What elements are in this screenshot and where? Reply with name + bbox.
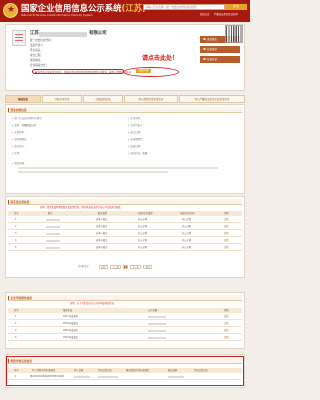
abnormal-highlight-box — [6, 356, 244, 386]
field-status: 登记状态：存续 — [128, 152, 147, 155]
tab-penalty[interactable]: 行政处罚信息 — [83, 95, 123, 103]
table-row: 4 自然人股东 非公示项 非公示项 查看 — [8, 238, 242, 244]
field-approval-date: 核准日期： — [128, 145, 142, 148]
shareholder-detail-link[interactable]: 查看 — [224, 238, 229, 244]
field-authority: 登记机关： — [12, 145, 26, 148]
col-id-type: 证照/证件类型 — [138, 212, 153, 215]
field-term-from: 营业期限自： — [12, 138, 29, 141]
pager-current[interactable]: 1 — [123, 265, 128, 269]
field-type: 类型：有限责任公司 — [12, 124, 36, 127]
tab-license[interactable]: 行政许可信息 — [42, 95, 82, 103]
field-scope: 经营范围： — [12, 162, 26, 165]
info-legal-rep: 法定代表人： — [30, 44, 46, 47]
search-button[interactable]: 搜 索 — [225, 4, 247, 10]
info-credit-code: 统一社会信用代码： — [30, 39, 54, 42]
scope-text-redacted — [18, 167, 218, 169]
info-authority: 登记机关： — [30, 49, 43, 52]
shareholder-detail-link[interactable]: 查看 — [224, 231, 229, 237]
table-row: 2 自然人股东 非公示项 非公示项 查看 — [8, 224, 242, 230]
shareholders-table-header: 序号 股东 股东类型 证照/证件类型 证照/证件号码 详情 — [8, 211, 242, 216]
table-row: 3 自然人股东 非公示项 非公示项 查看 — [8, 231, 242, 237]
company-name-suffix: 有限公司 — [89, 31, 107, 36]
table-row: 4 2014年度报告 查看 — [8, 335, 242, 341]
site-header: ★ 国家企业信用信息公示系统(江苏) National Enterprise C… — [0, 0, 250, 22]
section-shareholders: 股东及出资信息 — [8, 199, 242, 205]
pager-prev[interactable]: 上一页 — [110, 265, 121, 269]
field-address: 住所： — [12, 152, 22, 155]
click-here-callout: 请点击此处！ — [142, 55, 179, 62]
col-holder-type: 股东类型 — [98, 212, 108, 215]
pager-total: 共5条信息 — [78, 265, 89, 268]
national-emblem-icon: ★ — [3, 3, 18, 18]
field-credit-code: 统一社会信用代码/注册号： — [12, 117, 44, 120]
section-annual-report: 企业年度报告信息 — [8, 295, 242, 301]
field-capital: 注册资本： — [12, 131, 26, 134]
info-established: 成立日期： — [30, 54, 43, 57]
annual-detail-link[interactable]: 查看 — [224, 321, 229, 327]
site-title: 国家企业信用信息公示系统(江苏) — [21, 3, 146, 13]
col-holder: 股东 — [48, 212, 53, 215]
highlight-ring — [123, 67, 179, 77]
header-link-blacklist[interactable]: 严重违法失信企业名单 — [214, 13, 238, 16]
annual-detail-link[interactable]: 查看 — [224, 314, 229, 320]
print-button[interactable]: 信息打印 — [200, 46, 240, 53]
shareholders-note: 说明：请企业及时更新股东及出资信息，登记机关依法对企业公示信息进行抽查。 — [40, 206, 123, 209]
table-row: 3 2015年度报告 查看 — [8, 328, 242, 334]
view-detail-button[interactable]: 查看详情 — [136, 69, 151, 74]
annual-note: 说明：以下为企业自行公示的年度报告信息。 — [70, 302, 116, 305]
tab-basic-info[interactable]: 基础信息 — [5, 95, 41, 103]
section-license-title: 营业执照信息 — [10, 108, 27, 112]
annual-detail-link[interactable]: 查看 — [224, 335, 229, 341]
tab-blacklist[interactable]: 列入严重违法失信企业名单信息 — [179, 95, 245, 103]
abnormal-alert-text: ◆ 该企业于某年某月某日，因通过登记的住所或者经营场所无法联系，被列入经营异常名… — [35, 70, 131, 74]
col-no: 序号 — [14, 212, 19, 215]
qr-code-icon — [225, 25, 243, 43]
pager-next[interactable]: 下一页 — [130, 265, 141, 269]
company-name-prefix: 江苏 — [30, 31, 39, 36]
redacted-name — [39, 31, 87, 37]
col-detail: 详情 — [224, 212, 229, 215]
info-contact: 企业联系方式： — [30, 64, 49, 67]
section-annual-title: 企业年度报告信息 — [10, 296, 33, 300]
shareholder-detail-link[interactable]: 查看 — [224, 245, 229, 251]
document-icon — [12, 30, 26, 46]
field-legal-rep: 法定代表人： — [128, 124, 145, 127]
shareholder-detail-link[interactable]: 查看 — [224, 224, 229, 230]
tab-bar: 基础信息 行政许可信息 行政处罚信息 列入经营异常名录信息 列入严重违法失信企业… — [5, 95, 245, 103]
header-link-notice[interactable]: 信息公告 — [200, 13, 210, 16]
field-company-name: 企业名称： — [128, 117, 142, 120]
info-address: 通讯地址： — [30, 59, 43, 62]
tab-abnormal[interactable]: 列入经营异常名录信息 — [124, 95, 178, 103]
field-term-to: 营业期限至： — [128, 138, 145, 141]
supplement-button[interactable]: 信息补录 — [200, 56, 240, 63]
table-row: 1 自然人股东 非公示项 非公示项 查看 — [8, 217, 242, 223]
table-row: 1 2017年度报告 查看 — [8, 314, 242, 320]
pager-last[interactable]: 末页 — [143, 265, 152, 269]
site-subtitle: National Enterprise Credit Information P… — [21, 14, 93, 17]
search-input[interactable]: 请输入企业名称、统一社会信用代码或注册号 — [143, 4, 225, 10]
shareholder-detail-link[interactable]: 查看 — [224, 217, 229, 223]
annual-table-header: 序号 报送年度 公示日期 详情 — [8, 308, 242, 313]
col-id-no: 证照/证件号码 — [180, 212, 195, 215]
section-shareholders-title: 股东及出资信息 — [10, 200, 30, 204]
pager-first[interactable]: 首页 — [99, 265, 108, 269]
annual-detail-link[interactable]: 查看 — [224, 328, 229, 334]
abnormal-alert: ◆ 该企业于某年某月某日，因通过登记的住所或者经营场所无法联系，被列入经营异常名… — [32, 69, 131, 74]
table-row: 5 自然人股东 非公示项 非公示项 查看 — [8, 245, 242, 251]
section-license: 营业执照信息 — [8, 107, 242, 113]
scope-text-redacted-2 — [18, 171, 168, 173]
table-row: 2 2016年度报告 查看 — [8, 321, 242, 327]
field-established: 成立日期： — [128, 131, 142, 134]
